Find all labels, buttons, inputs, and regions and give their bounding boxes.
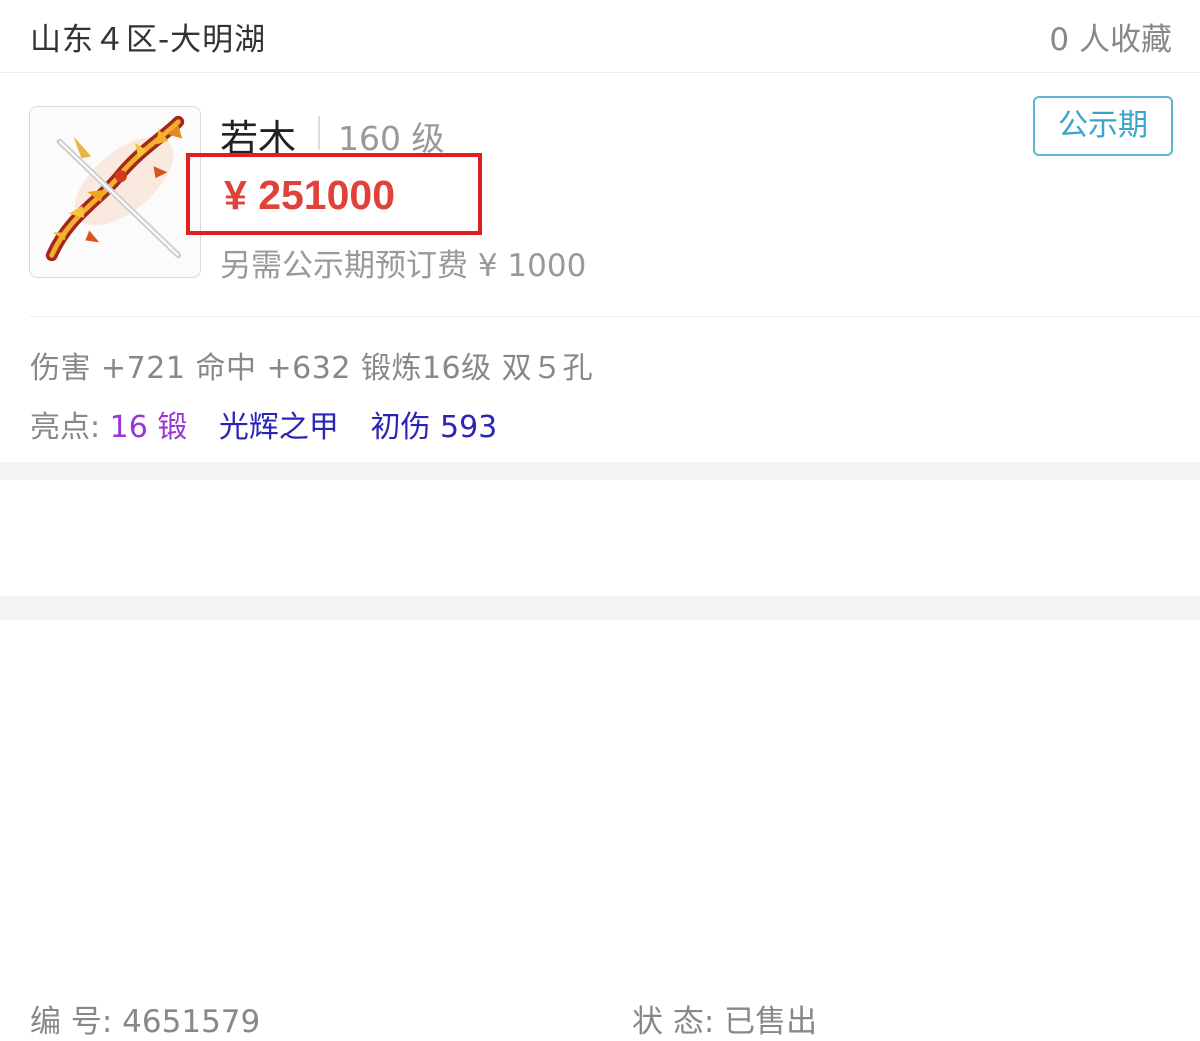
serial-label: 编 号:	[30, 1004, 113, 1040]
card-header: 山东４区-大明湖 0 人收藏	[0, 0, 1200, 73]
highlight-tag: 初伤 593	[370, 410, 498, 445]
item-highlights: 亮点: 16 锻 光辉之甲 初伤 593	[30, 402, 497, 446]
order-details-card: 编 号: 4651579 状 态: 已售出	[0, 480, 1200, 1040]
item-card[interactable]: 山东４区-大明湖 0 人收藏 若木 160 级 公示期 ¥ 251000 另需公…	[0, 0, 1200, 462]
bow-weapon-icon[interactable]	[29, 106, 201, 278]
favorites-count[interactable]: 0 人收藏	[1049, 14, 1172, 59]
highlights-label: 亮点:	[30, 410, 110, 445]
status-label: 状 态:	[632, 1004, 715, 1040]
reservation-fee-note: 另需公示期预订费 ¥ 1000	[220, 248, 587, 284]
item-price: ¥ 251000	[224, 172, 396, 218]
server-name: 山东４区-大明湖	[30, 22, 267, 58]
section-divider	[30, 316, 1200, 317]
sale-status: 状 态: 已售出	[632, 996, 817, 1041]
section-gap	[0, 596, 1200, 620]
serial-number: 编 号: 4651579	[30, 996, 260, 1041]
highlight-tag: 16 锻	[109, 410, 188, 445]
status-value: 已售出	[724, 1004, 818, 1040]
section-gap	[0, 462, 1200, 480]
name-divider	[318, 116, 320, 150]
item-stats: 伤害 +721 命中 +632 锻炼16级 双５孔	[30, 351, 594, 386]
highlight-tag: 光辉之甲	[218, 410, 339, 445]
public-notice-badge[interactable]: 公示期	[1033, 96, 1173, 156]
serial-value: 4651579	[122, 1004, 261, 1040]
